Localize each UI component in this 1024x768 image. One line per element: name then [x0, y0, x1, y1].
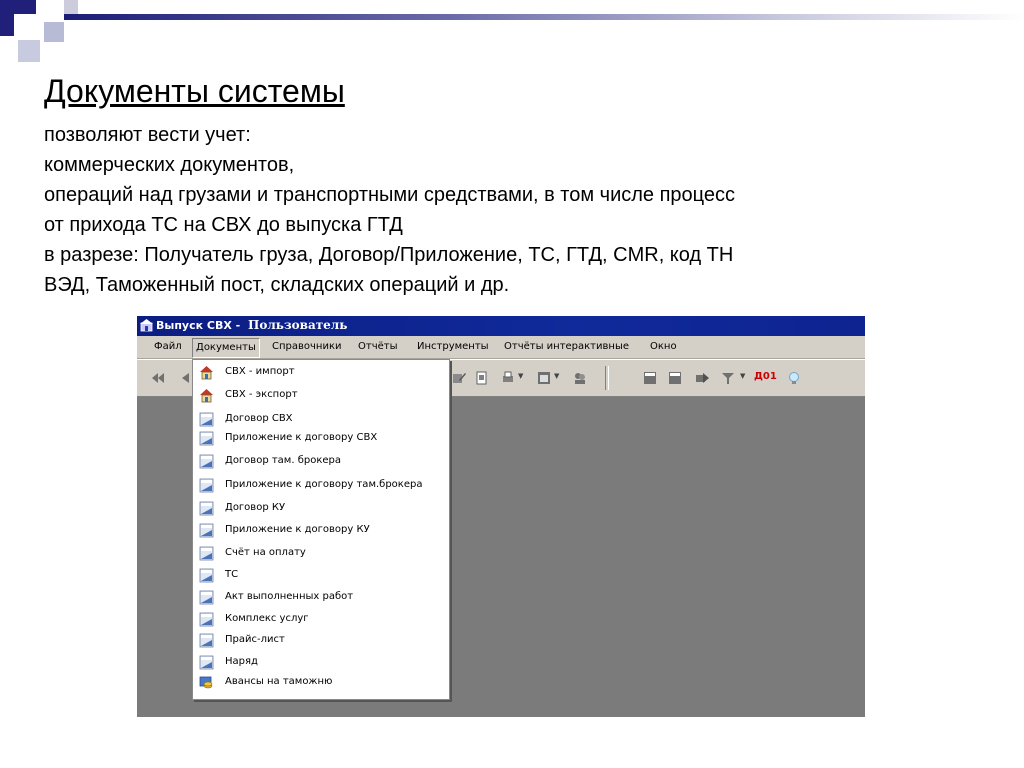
edit-icon[interactable] — [452, 371, 466, 385]
menu-item-label: СВХ - импорт — [225, 366, 295, 377]
toolbar-separator — [605, 366, 609, 390]
body-line: от прихода ТС на СВХ до выпуска ГТД — [44, 214, 403, 236]
house-icon — [200, 389, 213, 403]
document-icon — [199, 633, 214, 648]
menu-item[interactable]: Приложение к договору там.брокера — [193, 477, 449, 495]
first-record-icon[interactable] — [151, 371, 165, 385]
chevron-down-icon[interactable]: ▼ — [554, 372, 559, 380]
body-line: в разрезе: Получатель груза, Договор/При… — [44, 244, 734, 266]
decor-top-bar — [64, 14, 1024, 20]
window-app-title: Выпуск СВХ - — [156, 319, 241, 332]
document-icon — [199, 546, 214, 561]
menu-item-label: Прайс-лист — [225, 634, 285, 645]
grid-icon[interactable] — [643, 371, 657, 385]
menu-tools[interactable]: Инструменты — [414, 336, 492, 358]
menu-item[interactable]: СВХ - импорт — [193, 364, 449, 382]
toolbar-badge[interactable]: Д01 — [754, 371, 777, 382]
menu-item-label: Авансы на таможню — [225, 676, 333, 687]
document-icon — [199, 478, 214, 493]
menu-documents[interactable]: Документы — [192, 338, 260, 358]
menu-item[interactable]: Приложение к договору КУ — [193, 522, 449, 540]
house-icon — [200, 366, 213, 380]
document-icon — [199, 454, 214, 469]
document-icon — [199, 412, 214, 427]
menu-item-label: Наряд — [225, 656, 258, 667]
body-line: позволяют вести учет: — [44, 124, 251, 146]
menu-item[interactable]: Счёт на оплату — [193, 545, 449, 563]
menu-interactive-reports[interactable]: Отчёты интерактивные — [501, 336, 632, 358]
menu-item-label: СВХ - экспорт — [225, 389, 298, 400]
app-icon — [140, 319, 153, 332]
document-view-icon[interactable] — [475, 371, 489, 385]
menu-window[interactable]: Окно — [647, 336, 680, 358]
document-icon — [199, 655, 214, 670]
filter-icon[interactable] — [721, 371, 735, 385]
menu-file[interactable]: Файл — [151, 336, 185, 358]
menu-item[interactable]: Договор там. брокера — [193, 453, 449, 471]
window-titlebar: Выпуск СВХ - Пользователь — [137, 316, 865, 336]
menu-item-label: Договор там. брокера — [225, 455, 341, 466]
print-icon[interactable] — [501, 371, 515, 385]
document-icon — [199, 612, 214, 627]
menu-item[interactable]: СВХ - экспорт — [193, 387, 449, 405]
menu-reports[interactable]: Отчёты — [355, 336, 400, 358]
chevron-down-icon[interactable]: ▼ — [518, 372, 523, 380]
menu-bar: Файл Документы Справочники Отчёты Инстру… — [137, 336, 865, 359]
help-bulb-icon[interactable] — [787, 371, 801, 385]
menu-references[interactable]: Справочники — [269, 336, 345, 358]
body-line: операций над грузами и транспортными сре… — [44, 184, 736, 206]
menu-item-label: Приложение к договору КУ — [225, 524, 370, 535]
document-icon — [199, 501, 214, 516]
menu-item[interactable]: Приложение к договору СВХ — [193, 430, 449, 448]
window-icon[interactable] — [537, 371, 551, 385]
document-icon — [199, 431, 214, 446]
chevron-down-icon[interactable]: ▼ — [740, 372, 745, 380]
decor-square — [44, 22, 64, 42]
menu-item-label: Приложение к договору СВХ — [225, 432, 378, 443]
menu-item[interactable]: Договор СВХ — [193, 411, 449, 429]
body-line: коммерческих документов, — [44, 154, 295, 176]
decor-square — [18, 40, 40, 62]
documents-dropdown: СВХ - импорт СВХ - экспорт Договор СВХ Прил… — [192, 359, 450, 700]
menu-item[interactable]: Наряд — [193, 654, 449, 672]
menu-item-label: Акт выполненных работ — [225, 591, 354, 602]
window-user: Пользователь — [248, 318, 348, 332]
export-icon[interactable] — [695, 371, 709, 385]
table-icon[interactable] — [668, 371, 682, 385]
menu-item[interactable]: Авансы на таможню — [193, 674, 449, 692]
menu-item-label: Счёт на оплату — [225, 547, 306, 558]
document-icon — [199, 590, 214, 605]
menu-item[interactable]: Акт выполненных работ — [193, 589, 449, 607]
slide-title: Документы системы — [44, 73, 345, 109]
menu-item[interactable]: Комплекс услуг — [193, 611, 449, 629]
document-icon — [199, 568, 214, 583]
menu-item-label: Приложение к договору там.брокера — [225, 479, 423, 490]
slide-body: позволяют вести учет: коммерческих докум… — [44, 120, 974, 300]
users-icon[interactable] — [573, 371, 587, 385]
body-line: ВЭД, Таможенный пост, складских операций… — [44, 274, 510, 296]
coins-icon — [199, 676, 213, 689]
previous-icon[interactable] — [179, 371, 193, 385]
menu-item-label: Комплекс услуг — [225, 613, 309, 624]
document-icon — [199, 523, 214, 538]
menu-item-label: Договор СВХ — [225, 413, 293, 424]
menu-item[interactable]: Договор КУ — [193, 500, 449, 518]
menu-item-label: Договор КУ — [225, 502, 286, 513]
menu-item[interactable]: ТС — [193, 567, 449, 585]
menu-item-label: ТС — [225, 569, 239, 580]
menu-item[interactable]: Прайс-лист — [193, 632, 449, 650]
